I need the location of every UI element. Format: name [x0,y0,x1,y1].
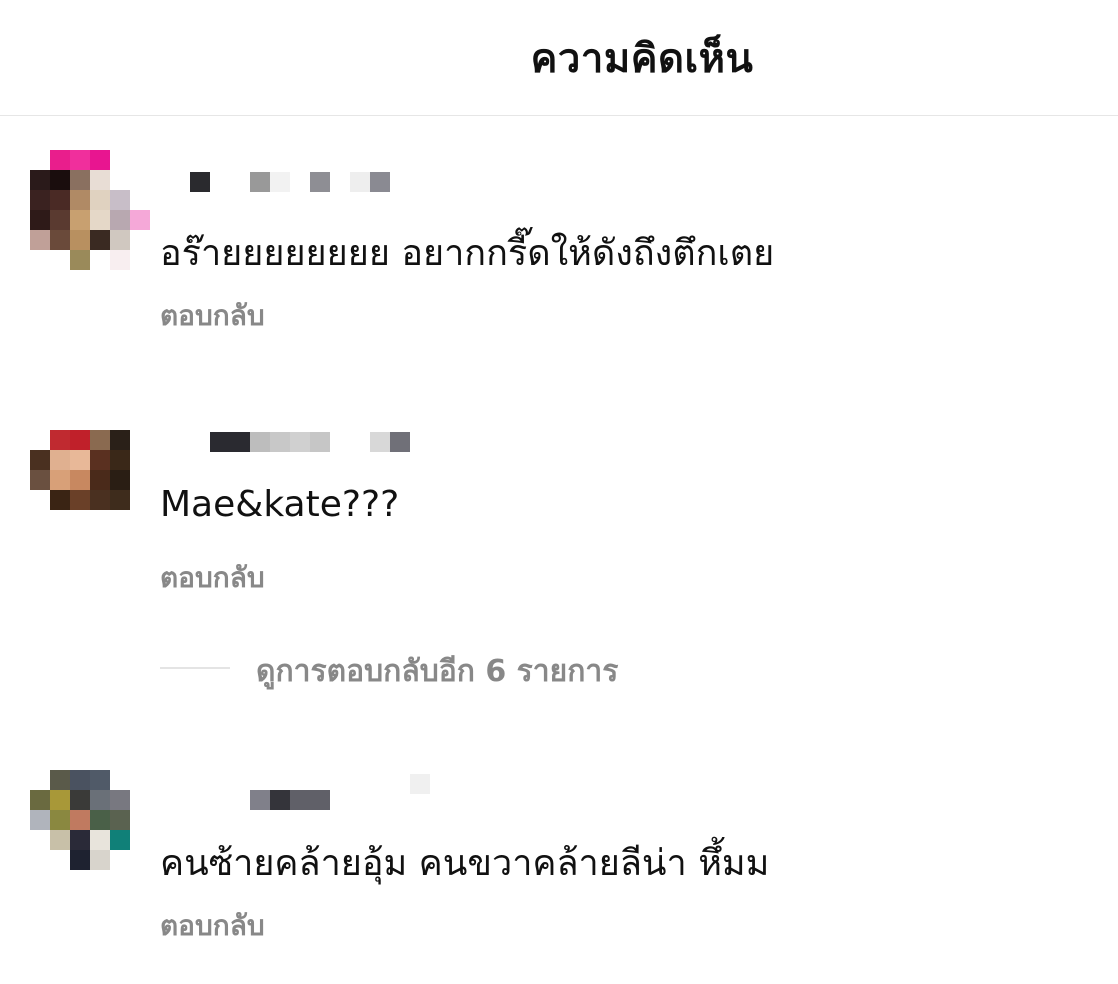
reply-button[interactable]: ตอบกลับ [160,294,265,338]
comments-header: ความคิดเห็น [0,0,1118,116]
reply-button[interactable]: ตอบกลับ [160,904,265,948]
divider [160,667,230,669]
comment-text: Mae&kate??? [160,484,400,525]
avatar[interactable] [30,430,130,510]
page-title: ความคิดเห็น [530,36,754,82]
avatar[interactable] [30,150,150,270]
reply-button[interactable]: ตอบกลับ [160,556,265,600]
avatar[interactable] [30,770,130,870]
view-more-replies-label: ดูการตอบกลับอีก 6 รายการ [256,654,619,689]
comment-text: อร๊ายยยยยยยย อยากกรี๊ดให้ดังถึงตึกเตย [160,233,775,274]
view-more-replies[interactable]: ดูการตอบกลับอีก 6 รายการ [160,648,760,689]
comment-text: คนซ้ายคล้ายอุ้ม คนขวาคล้ายลีน่า หึ้มม [160,843,770,884]
